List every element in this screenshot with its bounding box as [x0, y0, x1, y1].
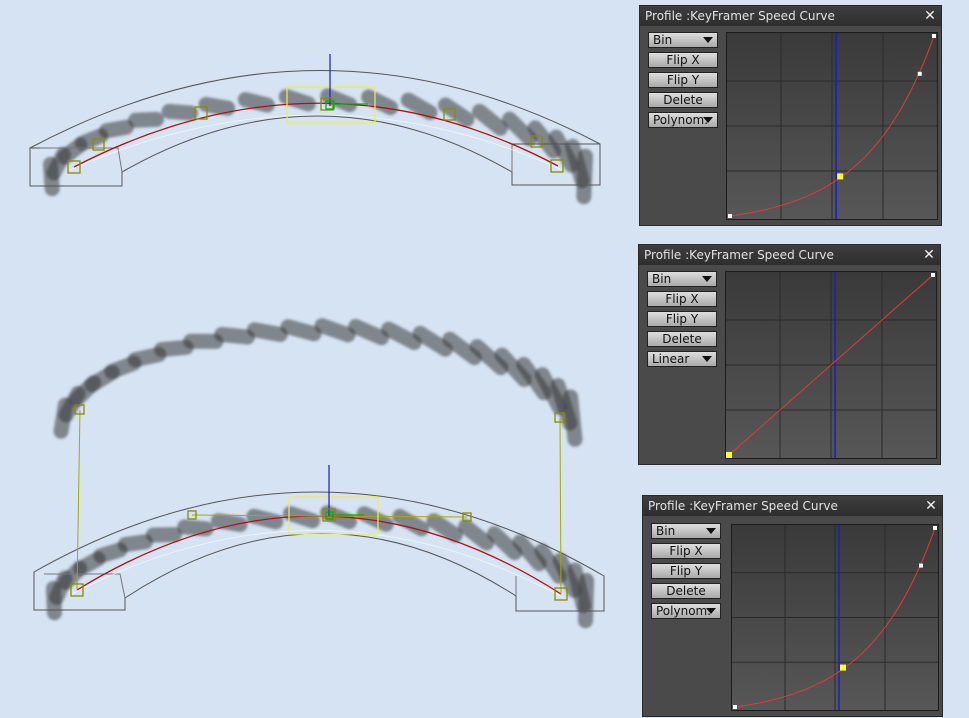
keyframe[interactable]: [933, 526, 937, 530]
brush-stroke: [98, 119, 134, 139]
keyframe[interactable]: [917, 71, 922, 76]
delete-button[interactable]: Delete: [651, 583, 721, 599]
interpolation-label: Polynom.: [653, 113, 709, 127]
bin-dropdown[interactable]: Bin: [651, 523, 721, 539]
brush-stroke: [237, 92, 275, 113]
brush-stroke: [576, 148, 593, 205]
scene-top: [29, 54, 601, 205]
curve-canvas[interactable]: [732, 525, 938, 710]
brush-stroke: [280, 319, 322, 342]
brush-stroke: [426, 513, 463, 543]
brush-stroke: [247, 322, 288, 342]
panel-title[interactable]: Profile :KeyFramer Speed Curve: [639, 245, 940, 265]
interpolation-label: Linear: [652, 352, 690, 366]
brush-stroke: [502, 111, 538, 147]
curve-canvas[interactable]: [727, 33, 937, 219]
close-icon[interactable]: ✕: [921, 245, 937, 265]
flip-x-button[interactable]: Flip X: [648, 52, 718, 68]
selected-keyframe[interactable]: [837, 173, 844, 180]
scene-bottom: [33, 318, 605, 629]
speed-curve-panel-3: Profile :KeyFramer Speed Curve ✕ Bin Fli…: [642, 495, 943, 717]
close-icon[interactable]: ✕: [923, 496, 939, 516]
interpolation-dropdown[interactable]: Polynom.: [651, 603, 721, 619]
delete-button[interactable]: Delete: [648, 92, 718, 108]
interpolation-dropdown[interactable]: Linear: [647, 351, 717, 367]
path-keys-bottom[interactable]: [70, 404, 568, 601]
brush-strokes-upper: [53, 318, 583, 447]
brush-stroke: [117, 534, 153, 553]
brush-stroke: [438, 97, 475, 127]
selected-keyframe[interactable]: [726, 452, 732, 458]
brush-stroke: [154, 339, 194, 358]
panel-title[interactable]: Profile :KeyFramer Speed Curve: [643, 496, 942, 516]
brush-stroke: [458, 519, 495, 551]
chevron-down-icon: [702, 356, 712, 362]
brush-stroke: [278, 89, 316, 112]
chevron-down-icon: [703, 37, 713, 43]
brush-stroke: [93, 542, 128, 564]
brush-stroke: [400, 92, 438, 120]
flip-x-button[interactable]: Flip X: [647, 291, 717, 307]
chevron-down-icon: [706, 528, 716, 534]
brush-stroke: [472, 103, 508, 136]
selected-keyframe[interactable]: [840, 664, 846, 671]
interpolation-dropdown[interactable]: Polynom.: [648, 112, 718, 128]
brush-stroke: [214, 327, 255, 345]
brush-stroke: [127, 347, 167, 368]
bin-dropdown[interactable]: Bin: [647, 271, 717, 287]
keyframe[interactable]: [919, 563, 923, 568]
brush-stroke: [314, 318, 356, 343]
brush-stroke: [412, 325, 453, 357]
brush-stroke: [348, 319, 389, 346]
brush-stroke: [198, 97, 236, 116]
close-icon[interactable]: ✕: [922, 6, 938, 26]
flip-y-button[interactable]: Flip Y: [647, 311, 717, 327]
delete-button[interactable]: Delete: [647, 331, 717, 347]
brush-stroke: [161, 103, 198, 121]
brush-stroke: [563, 389, 583, 447]
bin-label: Bin: [656, 524, 676, 538]
brush-stroke: [381, 321, 422, 350]
chevron-down-icon: [703, 117, 713, 123]
panel-title[interactable]: Profile :KeyFramer Speed Curve: [640, 6, 941, 26]
brush-stroke: [487, 526, 523, 561]
bin-dropdown[interactable]: Bin: [648, 32, 718, 48]
cage-inner-top: [40, 144, 513, 173]
chevron-down-icon: [702, 276, 712, 282]
keyframe[interactable]: [932, 34, 936, 38]
keyframe[interactable]: [931, 273, 935, 277]
brush-stroke: [578, 573, 595, 629]
speed-curve-graph[interactable]: [726, 32, 938, 220]
speed-curve-panel-1: Profile :KeyFramer Speed Curve ✕ Bin Fli…: [639, 5, 942, 226]
bin-label: Bin: [652, 272, 672, 286]
speed-curve-panel-2: Profile :KeyFramer Speed Curve ✕ Bin Fli…: [638, 244, 941, 465]
interpolation-label: Polynom.: [656, 604, 712, 618]
chevron-down-icon: [706, 608, 716, 614]
keyframe[interactable]: [728, 214, 732, 218]
flip-y-button[interactable]: Flip Y: [651, 563, 721, 579]
bin-label: Bin: [653, 33, 673, 47]
keyframe[interactable]: [733, 705, 737, 709]
speed-curve-graph[interactable]: [731, 524, 939, 711]
brush-stroke: [128, 111, 164, 128]
cage-inner-bottom: [44, 573, 517, 599]
brush-stroke: [177, 519, 214, 537]
speed-curve-graph[interactable]: [725, 271, 937, 459]
flip-y-button[interactable]: Flip Y: [648, 72, 718, 88]
curve-canvas[interactable]: [726, 272, 936, 458]
flip-x-button[interactable]: Flip X: [651, 543, 721, 559]
